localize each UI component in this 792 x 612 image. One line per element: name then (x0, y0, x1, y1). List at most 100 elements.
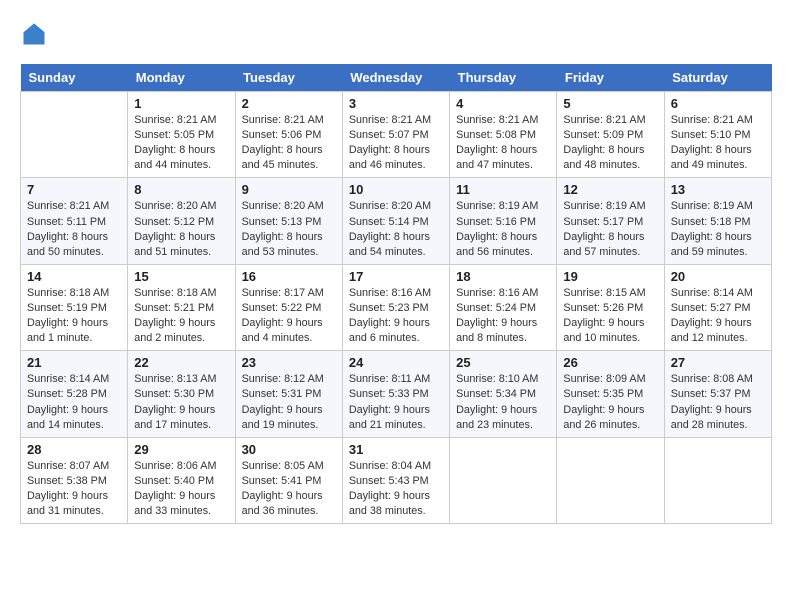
day-number: 21 (27, 355, 121, 370)
day-info: Sunrise: 8:20 AMSunset: 5:14 PMDaylight:… (349, 199, 443, 259)
weekday-header: Sunday (21, 64, 128, 92)
calendar-week-row: 7 Sunrise: 8:21 AMSunset: 5:11 PMDaylight… (21, 178, 772, 264)
calendar-cell (557, 437, 664, 523)
day-info: Sunrise: 8:21 AMSunset: 5:06 PMDaylight:… (242, 113, 336, 173)
day-info: Sunrise: 8:08 AMSunset: 5:37 PMDaylight:… (671, 372, 765, 432)
day-number: 13 (671, 182, 765, 197)
day-number: 2 (242, 96, 336, 111)
calendar-cell: 28 Sunrise: 8:07 AMSunset: 5:38 PMDayligh… (21, 437, 128, 523)
day-number: 9 (242, 182, 336, 197)
calendar-week-row: 1 Sunrise: 8:21 AMSunset: 5:05 PMDaylight… (21, 92, 772, 178)
day-info: Sunrise: 8:20 AMSunset: 5:13 PMDaylight:… (242, 199, 336, 259)
day-number: 17 (349, 269, 443, 284)
calendar-cell: 17 Sunrise: 8:16 AMSunset: 5:23 PMDayligh… (342, 264, 449, 350)
day-number: 1 (134, 96, 228, 111)
calendar-cell: 16Sunrise: 8:17 AMSunset: 5:22 PMDayligh… (235, 264, 342, 350)
calendar-cell: 4 Sunrise: 8:21 AMSunset: 5:08 PMDaylight… (450, 92, 557, 178)
day-number: 10 (349, 182, 443, 197)
day-info: Sunrise: 8:19 AMSunset: 5:17 PMDaylight:… (563, 199, 657, 259)
day-info: Sunrise: 8:18 AMSunset: 5:21 PMDaylight:… (134, 286, 228, 346)
day-info: Sunrise: 8:21 AMSunset: 5:10 PMDaylight:… (671, 113, 765, 173)
day-number: 26 (563, 355, 657, 370)
weekday-header-row: SundayMondayTuesdayWednesdayThursdayFrid… (21, 64, 772, 92)
calendar-cell: 29Sunrise: 8:06 AMSunset: 5:40 PMDayligh… (128, 437, 235, 523)
day-number: 5 (563, 96, 657, 111)
day-info: Sunrise: 8:10 AMSunset: 5:34 PMDaylight:… (456, 372, 550, 432)
calendar-cell: 31 Sunrise: 8:04 AMSunset: 5:43 PMDayligh… (342, 437, 449, 523)
calendar-cell: 30 Sunrise: 8:05 AMSunset: 5:41 PMDayligh… (235, 437, 342, 523)
day-number: 8 (134, 182, 228, 197)
day-info: Sunrise: 8:16 AMSunset: 5:24 PMDaylight:… (456, 286, 550, 346)
calendar-cell: 15 Sunrise: 8:18 AMSunset: 5:21 PMDayligh… (128, 264, 235, 350)
calendar-cell: 10 Sunrise: 8:20 AMSunset: 5:14 PMDayligh… (342, 178, 449, 264)
calendar-cell: 27 Sunrise: 8:08 AMSunset: 5:37 PMDayligh… (664, 351, 771, 437)
day-info: Sunrise: 8:19 AMSunset: 5:18 PMDaylight:… (671, 199, 765, 259)
day-number: 6 (671, 96, 765, 111)
logo-icon (20, 20, 48, 48)
day-info: Sunrise: 8:21 AMSunset: 5:11 PMDaylight:… (27, 199, 121, 259)
day-number: 14 (27, 269, 121, 284)
day-info: Sunrise: 8:05 AMSunset: 5:41 PMDaylight:… (242, 459, 336, 519)
weekday-header: Friday (557, 64, 664, 92)
calendar-cell: 26 Sunrise: 8:09 AMSunset: 5:35 PMDayligh… (557, 351, 664, 437)
calendar-week-row: 14 Sunrise: 8:18 AMSunset: 5:19 PMDayligh… (21, 264, 772, 350)
calendar-week-row: 28 Sunrise: 8:07 AMSunset: 5:38 PMDayligh… (21, 437, 772, 523)
day-number: 19 (563, 269, 657, 284)
calendar-cell: 1 Sunrise: 8:21 AMSunset: 5:05 PMDaylight… (128, 92, 235, 178)
calendar-cell: 12Sunrise: 8:19 AMSunset: 5:17 PMDayligh… (557, 178, 664, 264)
calendar-cell: 8 Sunrise: 8:20 AMSunset: 5:12 PMDaylight… (128, 178, 235, 264)
day-info: Sunrise: 8:04 AMSunset: 5:43 PMDaylight:… (349, 459, 443, 519)
calendar-cell: 6 Sunrise: 8:21 AMSunset: 5:10 PMDaylight… (664, 92, 771, 178)
logo (20, 20, 52, 48)
day-info: Sunrise: 8:12 AMSunset: 5:31 PMDaylight:… (242, 372, 336, 432)
day-info: Sunrise: 8:09 AMSunset: 5:35 PMDaylight:… (563, 372, 657, 432)
calendar-cell (21, 92, 128, 178)
day-info: Sunrise: 8:14 AMSunset: 5:28 PMDaylight:… (27, 372, 121, 432)
calendar-cell: 5Sunrise: 8:21 AMSunset: 5:09 PMDaylight… (557, 92, 664, 178)
calendar-cell: 14 Sunrise: 8:18 AMSunset: 5:19 PMDayligh… (21, 264, 128, 350)
day-info: Sunrise: 8:16 AMSunset: 5:23 PMDaylight:… (349, 286, 443, 346)
calendar-cell: 3 Sunrise: 8:21 AMSunset: 5:07 PMDaylight… (342, 92, 449, 178)
weekday-header: Saturday (664, 64, 771, 92)
calendar-cell: 24 Sunrise: 8:11 AMSunset: 5:33 PMDayligh… (342, 351, 449, 437)
day-info: Sunrise: 8:19 AMSunset: 5:16 PMDaylight:… (456, 199, 550, 259)
day-number: 18 (456, 269, 550, 284)
weekday-header: Tuesday (235, 64, 342, 92)
day-number: 23 (242, 355, 336, 370)
day-number: 28 (27, 442, 121, 457)
day-number: 15 (134, 269, 228, 284)
day-number: 24 (349, 355, 443, 370)
day-number: 31 (349, 442, 443, 457)
day-info: Sunrise: 8:07 AMSunset: 5:38 PMDaylight:… (27, 459, 121, 519)
weekday-header: Thursday (450, 64, 557, 92)
page-header (20, 20, 772, 48)
day-number: 4 (456, 96, 550, 111)
calendar-cell (450, 437, 557, 523)
calendar-cell: 19 Sunrise: 8:15 AMSunset: 5:26 PMDayligh… (557, 264, 664, 350)
day-number: 30 (242, 442, 336, 457)
calendar-cell: 20 Sunrise: 8:14 AMSunset: 5:27 PMDayligh… (664, 264, 771, 350)
day-info: Sunrise: 8:11 AMSunset: 5:33 PMDaylight:… (349, 372, 443, 432)
day-number: 22 (134, 355, 228, 370)
day-number: 3 (349, 96, 443, 111)
calendar-cell: 2 Sunrise: 8:21 AMSunset: 5:06 PMDaylight… (235, 92, 342, 178)
day-info: Sunrise: 8:15 AMSunset: 5:26 PMDaylight:… (563, 286, 657, 346)
calendar-cell: 25Sunrise: 8:10 AMSunset: 5:34 PMDayligh… (450, 351, 557, 437)
calendar-table: SundayMondayTuesdayWednesdayThursdayFrid… (20, 64, 772, 524)
day-number: 11 (456, 182, 550, 197)
calendar-cell: 18 Sunrise: 8:16 AMSunset: 5:24 PMDayligh… (450, 264, 557, 350)
day-info: Sunrise: 8:21 AMSunset: 5:07 PMDaylight:… (349, 113, 443, 173)
day-number: 29 (134, 442, 228, 457)
day-info: Sunrise: 8:13 AMSunset: 5:30 PMDaylight:… (134, 372, 228, 432)
day-number: 7 (27, 182, 121, 197)
day-info: Sunrise: 8:21 AMSunset: 5:05 PMDaylight:… (134, 113, 228, 173)
day-info: Sunrise: 8:18 AMSunset: 5:19 PMDaylight:… (27, 286, 121, 346)
day-number: 20 (671, 269, 765, 284)
day-number: 27 (671, 355, 765, 370)
calendar-cell: 22 Sunrise: 8:13 AMSunset: 5:30 PMDayligh… (128, 351, 235, 437)
day-info: Sunrise: 8:20 AMSunset: 5:12 PMDaylight:… (134, 199, 228, 259)
day-info: Sunrise: 8:14 AMSunset: 5:27 PMDaylight:… (671, 286, 765, 346)
day-info: Sunrise: 8:21 AMSunset: 5:08 PMDaylight:… (456, 113, 550, 173)
day-info: Sunrise: 8:17 AMSunset: 5:22 PMDaylight:… (242, 286, 336, 346)
calendar-cell: 11 Sunrise: 8:19 AMSunset: 5:16 PMDayligh… (450, 178, 557, 264)
